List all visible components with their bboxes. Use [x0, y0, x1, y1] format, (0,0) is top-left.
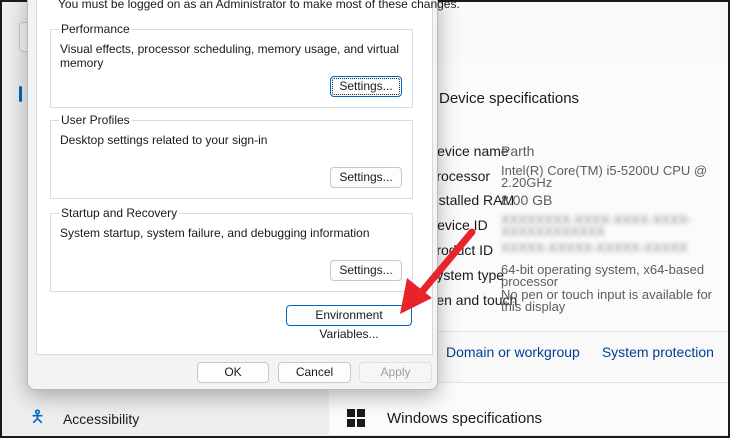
red-arrow-annotation — [400, 228, 476, 314]
arrow-shaft — [416, 228, 476, 298]
